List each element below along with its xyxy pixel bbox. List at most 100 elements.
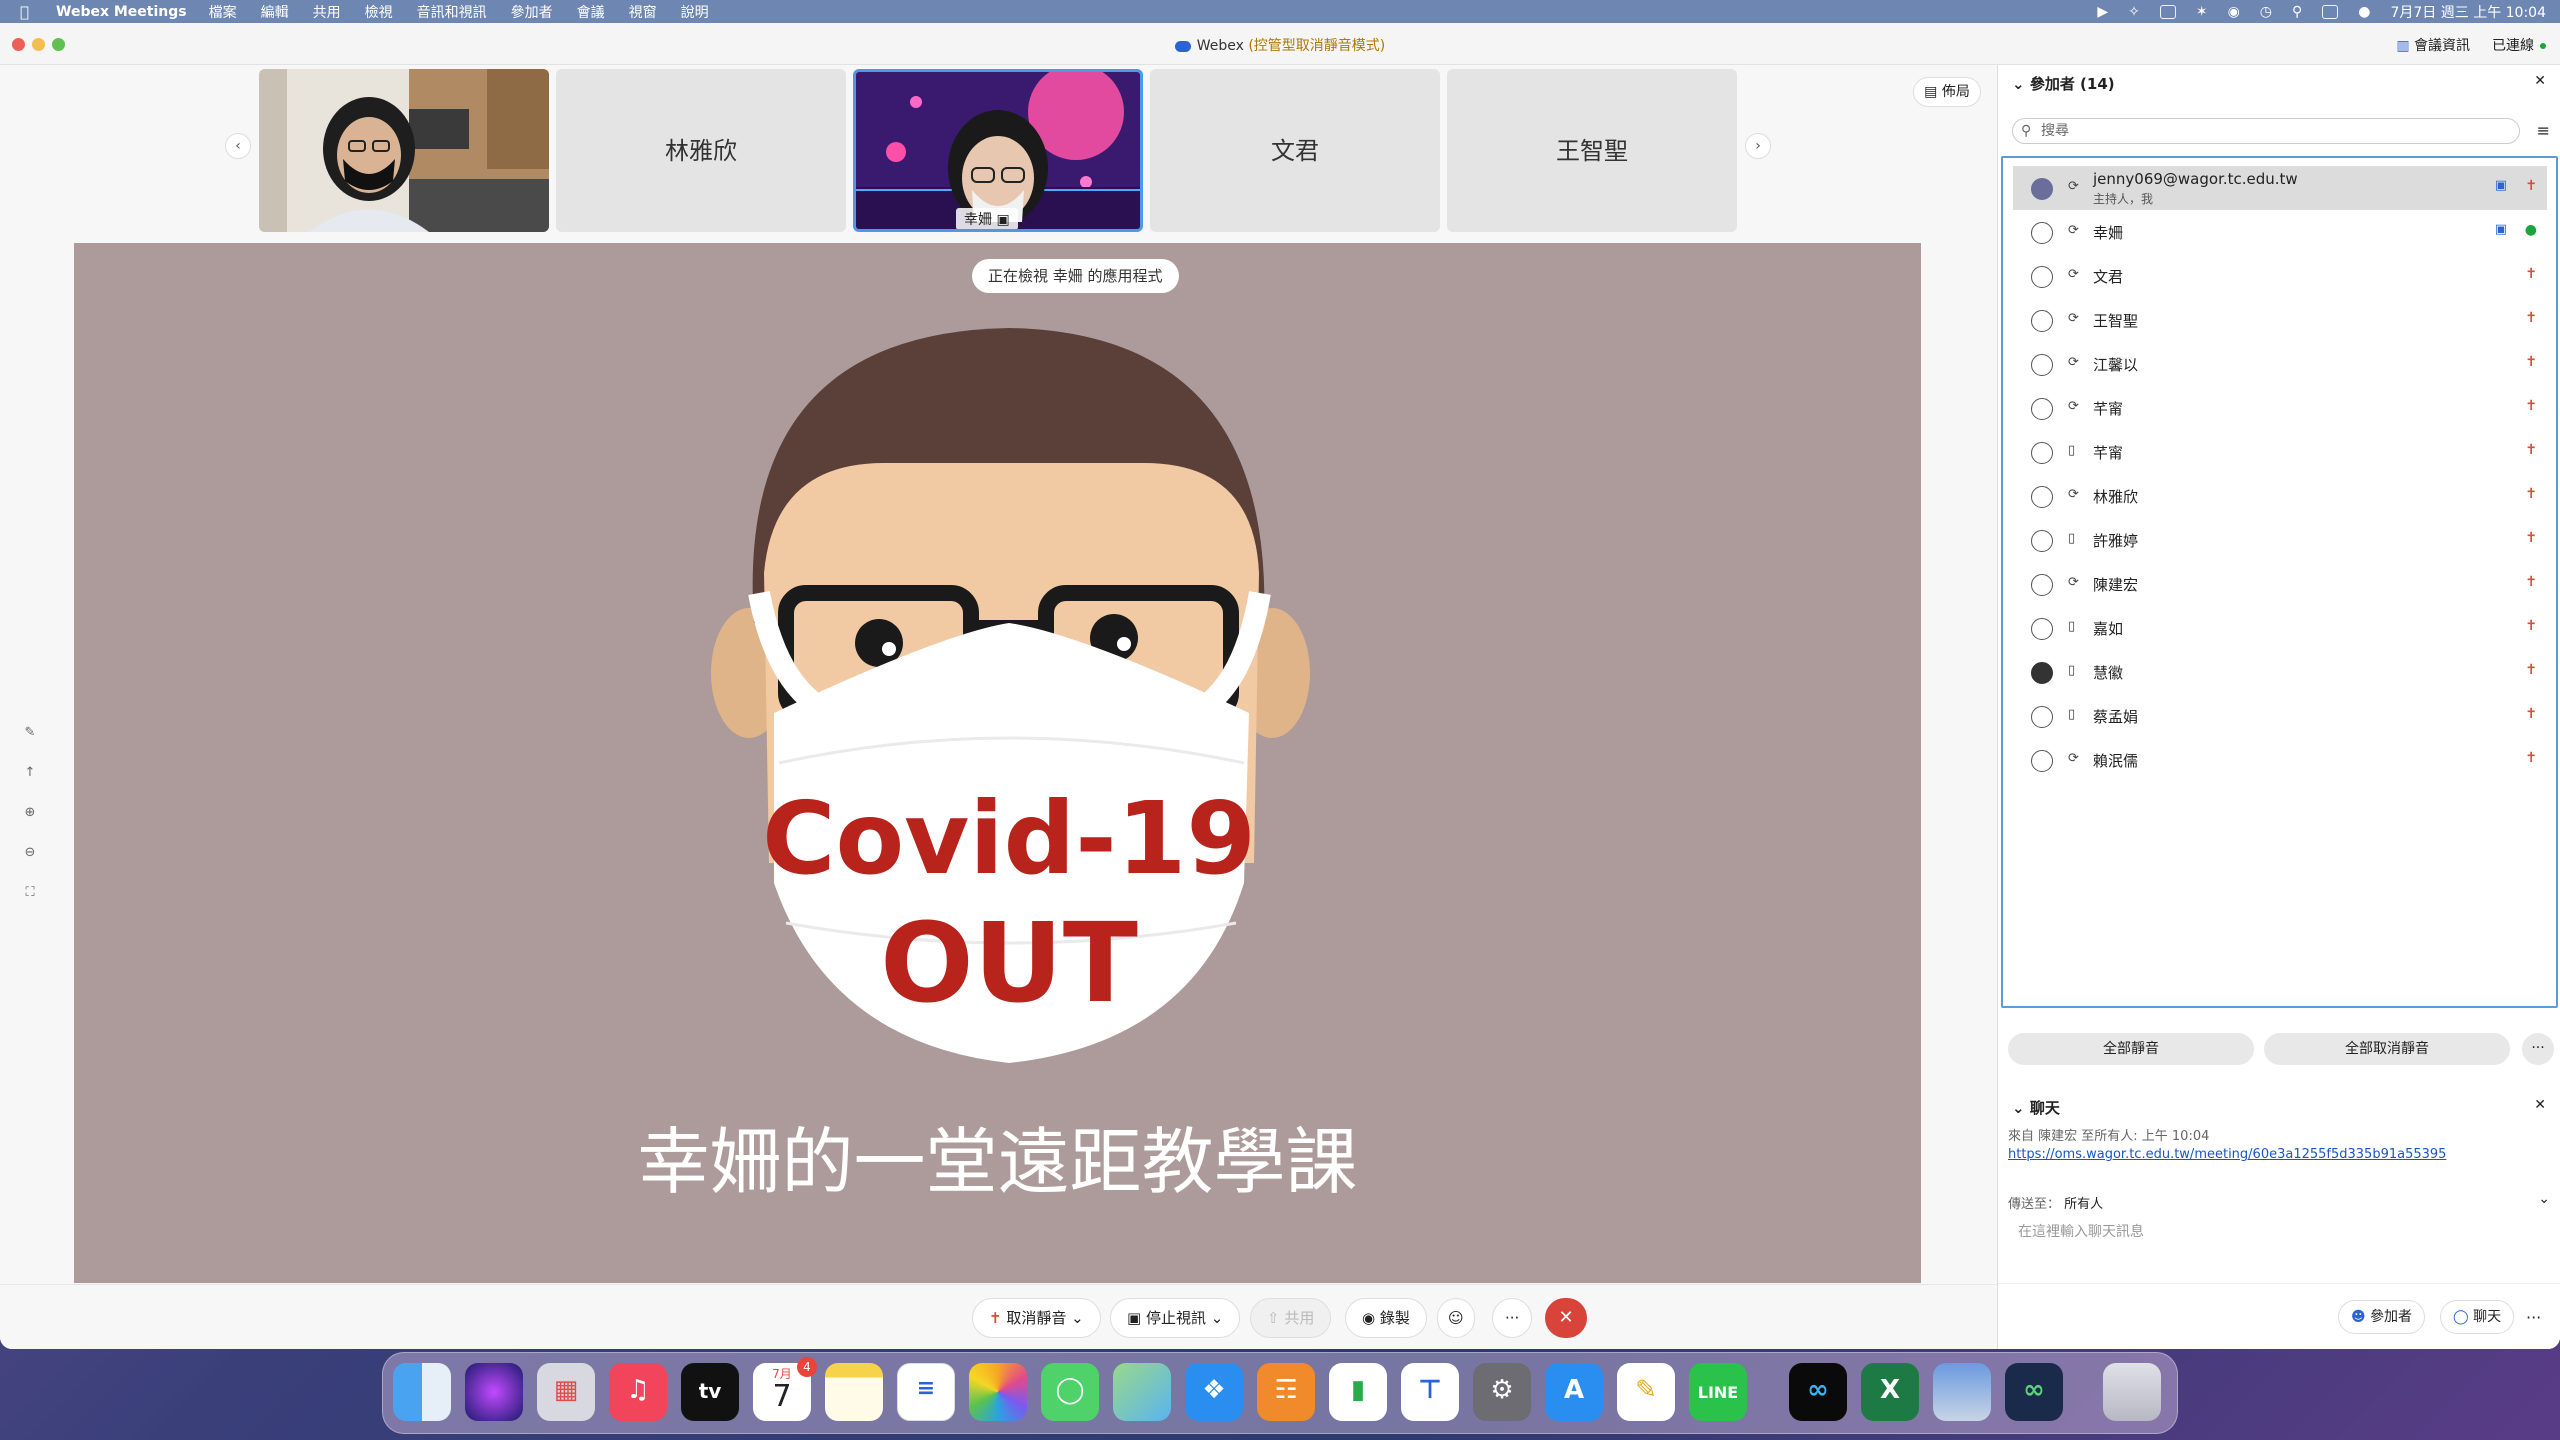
zoom-out-icon[interactable]: ⊖ (22, 845, 38, 861)
share-button[interactable]: ⇧ 共用 (1250, 1298, 1332, 1338)
keyboard-icon[interactable] (2159, 4, 2176, 19)
menu-participants[interactable]: 參加者 (511, 2, 553, 22)
play-icon[interactable]: ▶ (2097, 4, 2108, 20)
reminders-icon[interactable]: ≡ (897, 1363, 955, 1421)
layout-button[interactable]: ▤ 佈局 (1913, 77, 1981, 107)
participant-row[interactable]: ⟳ 江馨以 ✝ (2013, 342, 2547, 386)
menu-file[interactable]: 檔案 (209, 2, 237, 22)
participant-row[interactable]: ▯ 嘉如 ✝ (2013, 606, 2547, 650)
video-tile-active-speaker[interactable]: 幸姍 ▣ (853, 69, 1143, 232)
numbers-icon[interactable]: ▮ (1329, 1363, 1387, 1421)
send-to-selector[interactable]: 傳送至： 所有人 (2008, 1193, 2103, 1212)
meeting-info-button[interactable]: ▥ 會議資訊 (2396, 35, 2470, 55)
participant-row[interactable]: ▯ 慧徽 ✝ (2013, 650, 2547, 694)
messages-icon[interactable]: ◯ (1041, 1363, 1099, 1421)
maps-icon[interactable] (1113, 1363, 1171, 1421)
system-preferences-icon[interactable]: ⚙ (1473, 1363, 1531, 1421)
keynote-icon[interactable]: ⊤ (1401, 1363, 1459, 1421)
participant-row[interactable]: ⟳ jenny069@wagor.tc.edu.tw 主持人，我 ▣ ✝ (2013, 166, 2547, 210)
chat-message-input[interactable]: 在這裡輸入聊天訊息 (2018, 1221, 2144, 1241)
participant-row[interactable]: ⟳ 芊甯 ✝ (2013, 386, 2547, 430)
participant-row[interactable]: ⟳ 幸姍 ▣ ● (2013, 210, 2547, 254)
video-tile-name[interactable]: 王智聖 (1447, 69, 1737, 232)
participant-row[interactable]: ⟳ 林雅欣 ✝ (2013, 474, 2547, 518)
menu-view[interactable]: 檢視 (365, 2, 393, 22)
close-participants-icon[interactable]: ✕ (2534, 73, 2546, 89)
more-options-button[interactable]: ··· (1492, 1298, 1533, 1338)
photos-icon[interactable] (969, 1363, 1027, 1421)
menu-share[interactable]: 共用 (313, 2, 341, 22)
filmstrip-prev-button[interactable]: ‹ (225, 133, 251, 159)
participant-row[interactable]: ⟳ 王智聖 ✝ (2013, 298, 2547, 342)
launchpad-icon[interactable]: ▦ (537, 1363, 595, 1421)
unmute-all-button[interactable]: 全部取消靜音 (2264, 1033, 2510, 1065)
connection-status[interactable]: 已連線 (2492, 35, 2546, 55)
participant-row[interactable]: ▯ 芊甯 ✝ (2013, 430, 2547, 474)
app-store-icon[interactable]: A (1545, 1363, 1603, 1421)
textedit-icon[interactable]: ✎ (1617, 1363, 1675, 1421)
participant-row[interactable]: ▯ 蔡孟娟 ✝ (2013, 694, 2547, 738)
record-button[interactable]: ◉ 錄製 (1345, 1298, 1427, 1338)
chat-message-link[interactable]: https://oms.wagor.tc.edu.tw/meeting/60e3… (2008, 1147, 2446, 1162)
menu-edit[interactable]: 編輯 (261, 2, 289, 22)
spotlight-icon[interactable]: ⚲ (2292, 4, 2302, 20)
video-tile-name[interactable]: 林雅欣 (556, 69, 846, 232)
reactions-button[interactable]: ☺ (1437, 1298, 1475, 1338)
mute-all-button[interactable]: 全部靜音 (2008, 1033, 2254, 1065)
chat-toggle-button[interactable]: ◯ 聊天 (2440, 1300, 2515, 1334)
tools-icon[interactable]: ✧ (2128, 4, 2140, 20)
menu-help[interactable]: 說明 (681, 2, 709, 22)
video-tile-name[interactable]: 文君 (1150, 69, 1440, 232)
control-center-icon[interactable] (2322, 4, 2339, 19)
annotate-icon[interactable]: ✎ (22, 725, 38, 741)
menu-audio-video[interactable]: 音訊和視訊 (417, 2, 487, 22)
leave-meeting-button[interactable]: ✕ (1545, 1298, 1587, 1338)
pointer-icon[interactable]: ↑ (22, 765, 38, 781)
chat-panel-header[interactable]: ⌄ 聊天 (2012, 1097, 2060, 1118)
participants-panel-header[interactable]: ⌄ 參加者 (14) (2012, 73, 2115, 94)
preview-icon[interactable] (1933, 1363, 1991, 1421)
finder-icon[interactable] (393, 1363, 451, 1421)
participants-more-button[interactable]: ··· (2522, 1033, 2554, 1065)
wifi-icon[interactable]: ◉ (2228, 4, 2240, 20)
zoom-in-icon[interactable]: ⊕ (22, 805, 38, 821)
participant-row[interactable]: ⟳ 文君 ✝ (2013, 254, 2547, 298)
time-machine-icon[interactable]: ◷ (2260, 4, 2272, 20)
safari-icon[interactable]: ❖ (1185, 1363, 1243, 1421)
computer-audio-icon: ⟳ (2068, 179, 2079, 194)
chevron-down-icon[interactable]: ⌄ (2538, 1191, 2550, 1207)
music-icon[interactable]: ♫ (609, 1363, 667, 1421)
launchpad-glyph: ▦ (553, 1375, 579, 1405)
calendar-icon[interactable]: 7月 7 4 (753, 1357, 817, 1421)
siri-icon[interactable] (465, 1363, 523, 1421)
participant-search-input[interactable]: ⚲ 搜尋 (2012, 118, 2520, 144)
app-menu[interactable]: Webex Meetings (56, 4, 187, 20)
window-title-text: Webex (1196, 38, 1244, 54)
apple-tv-icon[interactable]: tv (681, 1363, 739, 1421)
siri-icon[interactable]: ● (2358, 4, 2370, 20)
participants-toggle-button[interactable]: ☻ 參加者 (2338, 1300, 2426, 1334)
participant-row[interactable]: ⟳ 陳建宏 ✝ (2013, 562, 2547, 606)
menu-window[interactable]: 視窗 (629, 2, 657, 22)
filmstrip-next-button[interactable]: › (1745, 133, 1771, 159)
excel-icon[interactable]: X (1861, 1363, 1919, 1421)
fit-screen-icon[interactable]: ⛶ (22, 885, 38, 901)
apple-icon[interactable]:  (20, 3, 40, 21)
video-tile-self[interactable] (259, 69, 549, 232)
participant-row[interactable]: ▯ 許雅婷 ✝ (2013, 518, 2547, 562)
trash-icon[interactable] (2103, 1363, 2161, 1421)
notes-icon[interactable] (825, 1363, 883, 1421)
menu-meeting[interactable]: 會議 (577, 2, 605, 22)
books-icon[interactable]: ☶ (1257, 1363, 1315, 1421)
sort-list-icon[interactable]: ≡ (2537, 121, 2550, 140)
clock[interactable]: 7月7日 週三 上午 10:04 (2390, 2, 2546, 22)
panel-more-button[interactable]: ··· (2526, 1308, 2541, 1327)
webex-meetings-icon[interactable]: ∞ (2005, 1363, 2063, 1421)
bluetooth-icon[interactable]: ✶ (2196, 4, 2208, 20)
unmute-button[interactable]: ✝ 取消靜音 ⌄ (972, 1298, 1101, 1338)
stop-video-button[interactable]: ▣ 停止視訊 ⌄ (1110, 1298, 1241, 1338)
line-icon[interactable]: LINE (1689, 1363, 1747, 1421)
webex-icon[interactable]: ∞ (1789, 1363, 1847, 1421)
participant-row[interactable]: ⟳ 賴泯儒 ✝ (2013, 738, 2547, 782)
close-chat-icon[interactable]: ✕ (2534, 1097, 2546, 1113)
